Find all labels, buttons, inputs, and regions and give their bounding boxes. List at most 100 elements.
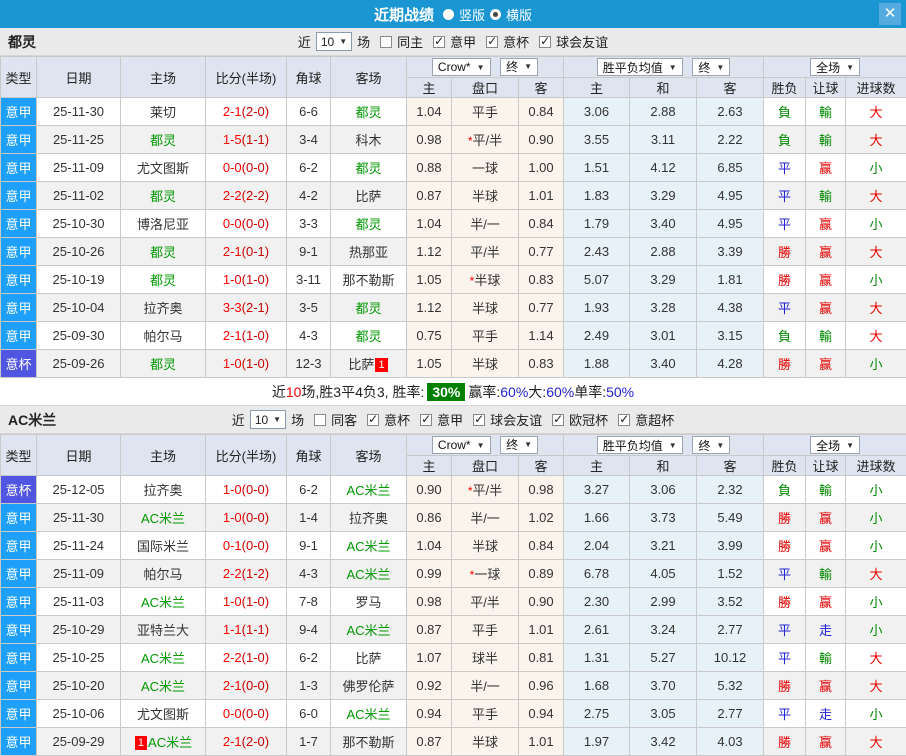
matches-table: 类型 日期 主场 比分(半场) 角球 客场 Crow*▼ 终▼ 胜平负均值▼ 终… xyxy=(0,56,906,378)
avg-home-odds: 3.27 xyxy=(564,476,630,504)
sub-header-result-wdl: 胜负 xyxy=(764,456,806,476)
filter-checkbox-球会友谊[interactable] xyxy=(539,36,551,48)
result-goals-cell: 大 xyxy=(846,560,906,588)
odds-average-dropdown[interactable]: 胜平负均值▼ xyxy=(597,436,683,454)
halftime-score: (0-0) xyxy=(242,538,269,553)
result-goals-cell: 小 xyxy=(846,532,906,560)
filter-checkbox-label[interactable]: 意杯 xyxy=(503,32,529,51)
filter-checkbox-球会友谊[interactable] xyxy=(473,414,485,426)
filter-checkbox-意甲[interactable] xyxy=(420,414,432,426)
odds-average-dropdown[interactable]: 胜平负均值▼ xyxy=(597,58,683,76)
section-header-bar: AC米兰 近10▼场同客意杯意甲球会友谊欧冠杯意超杯 xyxy=(0,406,906,434)
team-section: AC米兰 近10▼场同客意杯意甲球会友谊欧冠杯意超杯 类型 日期 主场 比分(半… xyxy=(0,406,906,756)
horizontal-layout-radio[interactable] xyxy=(490,9,501,20)
match-scope-dropdown[interactable]: 全场▼ xyxy=(810,58,860,76)
filter-checkbox-label[interactable]: 意甲 xyxy=(437,410,463,429)
filter-checkbox-label[interactable]: 球会友谊 xyxy=(556,32,608,51)
sub-header-result-ah: 让球 xyxy=(806,456,846,476)
team-name: 都灵 xyxy=(8,32,36,52)
match-count-select[interactable]: 10▼ xyxy=(316,32,352,51)
sub-header-odds-draw: 和 xyxy=(630,456,697,476)
away-team-cell: AC米兰 xyxy=(331,476,407,504)
avg-draw-odds: 4.12 xyxy=(630,154,697,182)
live-star-marker: * xyxy=(470,274,475,288)
avg-away-odds: 2.77 xyxy=(697,616,764,644)
result-wdl: 平 xyxy=(778,567,791,582)
filter-checkbox-意杯[interactable] xyxy=(486,36,498,48)
result-wdl: 負 xyxy=(778,133,791,148)
filter-checkbox-label[interactable]: 同客 xyxy=(331,410,357,429)
table-row: 意甲25-11-03AC米兰1-0(1-0)7-8罗马0.98平/半0.902.… xyxy=(1,588,906,616)
corner-cell: 6-2 xyxy=(287,644,331,672)
result-wdl-cell: 平 xyxy=(764,616,806,644)
sub-header-result-ah: 让球 xyxy=(806,78,846,98)
corner-cell: 6-2 xyxy=(287,154,331,182)
handicap-home-odds: 1.12 xyxy=(407,294,452,322)
home-team-name: AC米兰 xyxy=(141,511,185,526)
date-cell: 25-10-26 xyxy=(37,238,121,266)
filter-checkbox-意超杯[interactable] xyxy=(618,414,630,426)
avg-home-odds: 1.51 xyxy=(564,154,630,182)
result-wdl-cell: 勝 xyxy=(764,238,806,266)
avg-away-odds: 2.22 xyxy=(697,126,764,154)
filter-checkbox-label[interactable]: 同主 xyxy=(397,32,423,51)
filter-checkbox-label[interactable]: 意超杯 xyxy=(635,410,674,429)
match-scope-dropdown[interactable]: 全场▼ xyxy=(810,436,860,454)
handicap-home-odds: 0.98 xyxy=(407,126,452,154)
chevron-down-icon: ▼ xyxy=(273,415,281,424)
bookmaker-dropdown[interactable]: Crow*▼ xyxy=(432,58,491,76)
league-type-cell: 意甲 xyxy=(1,238,37,266)
bookmaker-dropdown[interactable]: Crow*▼ xyxy=(432,436,491,454)
corner-cell: 4-3 xyxy=(287,560,331,588)
halftime-score: (0-0) xyxy=(242,160,269,175)
filter-checkbox-意杯[interactable] xyxy=(367,414,379,426)
match-count-select[interactable]: 10▼ xyxy=(250,410,286,429)
home-team-cell: 都灵 xyxy=(121,266,206,294)
handicap-home-odds: 1.04 xyxy=(407,532,452,560)
avg-away-odds: 4.38 xyxy=(697,294,764,322)
handicap-stage-dropdown[interactable]: 终▼ xyxy=(500,436,538,454)
horizontal-layout-label[interactable]: 横版 xyxy=(506,5,532,24)
home-team-cell: 1AC米兰 xyxy=(121,728,206,756)
result-handicap: 赢 xyxy=(819,595,832,610)
away-team-name: 比萨 xyxy=(355,189,381,204)
away-rank-badge: 1 xyxy=(375,358,387,372)
result-handicap: 輸 xyxy=(819,133,832,148)
chevron-down-icon: ▼ xyxy=(669,441,677,450)
filter-checkbox-label[interactable]: 球会友谊 xyxy=(490,410,542,429)
result-handicap-cell: 輸 xyxy=(806,560,846,588)
result-wdl-cell: 勝 xyxy=(764,728,806,756)
close-icon[interactable]: ✕ xyxy=(879,3,901,25)
result-handicap: 輸 xyxy=(819,329,832,344)
fulltime-score: 1-0 xyxy=(223,594,242,609)
result-goals-cell: 小 xyxy=(846,504,906,532)
vertical-layout-radio[interactable] xyxy=(443,9,454,20)
result-goals-cell: 小 xyxy=(846,476,906,504)
result-goals-cell: 小 xyxy=(846,588,906,616)
filter-checkbox-同客[interactable] xyxy=(314,414,326,426)
handicap-home-odds: 0.90 xyxy=(407,476,452,504)
score-cell: 1-0(1-0) xyxy=(206,588,287,616)
home-team-cell: 尤文图斯 xyxy=(121,154,206,182)
result-goals: 大 xyxy=(870,679,883,694)
league-type-cell: 意甲 xyxy=(1,672,37,700)
home-team-cell: 帕尔马 xyxy=(121,560,206,588)
filter-checkbox-意甲[interactable] xyxy=(433,36,445,48)
result-wdl-cell: 負 xyxy=(764,126,806,154)
sub-header-ah-home: 主 xyxy=(407,456,452,476)
filter-checkbox-label[interactable]: 意杯 xyxy=(384,410,410,429)
filter-checkbox-同主[interactable] xyxy=(380,36,392,48)
vertical-layout-label[interactable]: 竖版 xyxy=(459,5,485,24)
odds-stage-dropdown[interactable]: 终▼ xyxy=(692,436,730,454)
chevron-down-icon: ▼ xyxy=(477,63,485,72)
result-handicap-cell: 赢 xyxy=(806,504,846,532)
result-goals-cell: 大 xyxy=(846,672,906,700)
result-handicap: 赢 xyxy=(819,217,832,232)
filter-checkbox-欧冠杯[interactable] xyxy=(552,414,564,426)
filter-checkbox-label[interactable]: 意甲 xyxy=(450,32,476,51)
corner-cell: 6-6 xyxy=(287,98,331,126)
handicap-stage-dropdown[interactable]: 终▼ xyxy=(500,58,538,76)
odds-stage-dropdown[interactable]: 终▼ xyxy=(692,58,730,76)
filter-checkbox-label[interactable]: 欧冠杯 xyxy=(569,410,608,429)
handicap-group-header: Crow*▼ 终▼ xyxy=(407,435,564,456)
